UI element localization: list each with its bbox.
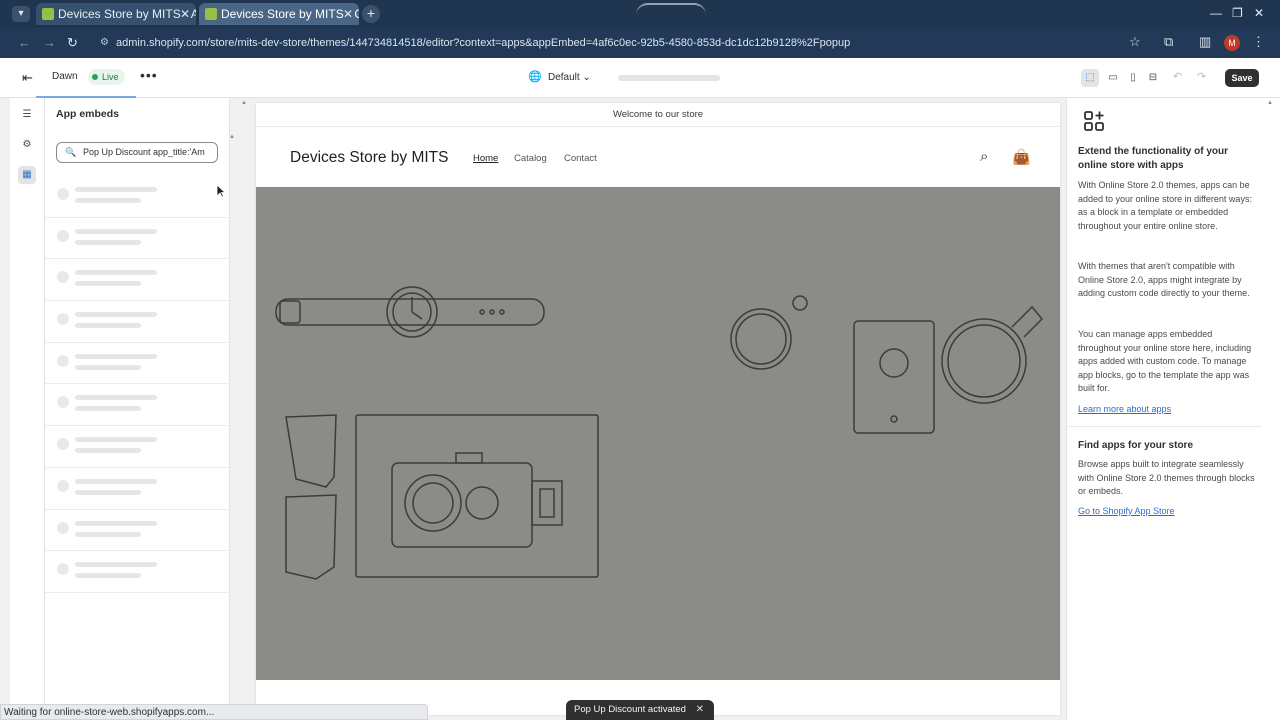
minimize-icon[interactable]: — [1210,6,1222,20]
toast-message: Pop Up Discount activated [574,704,686,715]
locale-label: Default [548,72,580,83]
side-panel-icon[interactable]: ▥ [1199,34,1211,50]
tab-search-button[interactable]: ▾ [12,6,30,22]
info-paragraph: With Online Store 2.0 themes, apps can b… [1078,180,1252,231]
scroll-up-arrow-icon[interactable]: ▲ [1267,100,1273,106]
panel-title: App embeds [56,108,120,120]
browser-tab-1[interactable]: Devices Store by MITS · A ✕ [36,3,196,25]
close-tab-icon[interactable]: ✕ [180,3,190,25]
site-info-icon[interactable]: ⚙ [100,32,109,54]
store-search-icon[interactable]: ⌕ [980,148,988,165]
more-actions-icon[interactable]: ••• [140,67,158,83]
list-item-skeleton [45,468,230,510]
shopify-app-store-link[interactable]: Go to Shopify App Store [1078,506,1175,516]
extensions-icon[interactable]: ⧉ [1164,34,1173,50]
undo-icon[interactable]: ↶ [1173,70,1182,83]
forward-icon[interactable]: → [43,35,56,50]
redo-icon[interactable]: ↷ [1197,70,1206,83]
save-button[interactable]: Save [1225,69,1259,87]
apps-icon [1084,111,1104,131]
tab-title: Devices Store by MITS · C [221,7,359,21]
url-text: admin.shopify.com/store/mits-dev-store/t… [116,37,851,49]
list-item-skeleton [45,259,230,302]
new-tab-button[interactable]: + [362,5,380,23]
profile-avatar[interactable]: M [1224,35,1240,51]
address-bar[interactable]: ⚙ admin.shopify.com/store/mits-dev-store… [92,32,1152,54]
list-item-skeleton [45,510,230,552]
app-embeds-loading-list [45,176,230,593]
inspector-toggle-icon[interactable]: ⬚ [1081,69,1099,87]
toast-notification: Pop Up Discount activated ✕ [566,700,714,720]
list-item-skeleton [45,384,230,427]
fullscreen-view-icon[interactable]: ⊟ [1144,69,1162,87]
list-item-skeleton [45,343,230,385]
nav-link-catalog[interactable]: Catalog [514,153,547,164]
list-item-skeleton [45,426,230,468]
exit-icon[interactable]: ⇤ [22,70,33,86]
search-icon: 🔍 [65,147,77,157]
sections-icon[interactable]: ☰ [18,106,36,124]
close-icon[interactable]: ✕ [696,700,704,720]
product-illustration [275,286,1044,580]
divider [1067,426,1263,427]
app-embeds-icon[interactable]: ▦ [18,166,36,184]
tab-title: Devices Store by MITS · A [58,7,196,21]
info-heading-find-apps: Find apps for your store [1078,440,1194,451]
list-item-skeleton [45,176,230,218]
editor-top-bar: ⇤ Dawn Live ••• 🌐 Default ⌄ ⬚ ▭ ▯ ⊟ ↶ ↷ … [0,58,1280,98]
info-paragraph: With themes that aren't compatible with … [1078,261,1250,299]
announcement-bar: Welcome to our store [256,103,1060,127]
store-logo-text[interactable]: Devices Store by MITS [290,149,449,167]
hero-banner-image [256,187,1060,680]
app-embeds-info-panel: Extend the functionality of your online … [1066,98,1263,720]
shopify-favicon-icon [42,8,54,20]
list-item-skeleton [45,551,230,593]
bookmark-star-icon[interactable]: ☆ [1129,34,1141,50]
live-status-badge: Live [88,69,125,85]
maximize-icon[interactable]: ❐ [1232,6,1243,20]
info-paragraph: Browse apps built to integrate seamlessl… [1078,459,1255,497]
scrollbar[interactable]: ▲ [1262,98,1280,720]
browser-tab-2[interactable]: Devices Store by MITS · C ✕ [199,3,359,25]
info-heading-extend: Extend the functionality of your online … [1078,146,1229,171]
close-tab-icon[interactable]: ✕ [343,3,353,25]
mouse-cursor-icon [216,184,226,198]
editor-left-rail: ☰ ⚙ ▦ [10,98,45,704]
back-icon[interactable]: ← [18,35,31,50]
store-preview-frame: Welcome to our store Devices Store by MI… [256,103,1060,715]
shopify-favicon-icon [205,8,217,20]
browser-menu-icon[interactable]: ⋮ [1252,34,1265,50]
list-item-skeleton [45,301,230,343]
locale-selector[interactable]: Default ⌄ [548,72,591,83]
nav-link-contact[interactable]: Contact [564,153,597,164]
theme-name: Dawn [52,71,78,82]
browser-tab-bar: ▾ Devices Store by MITS · A ✕ Devices St… [0,0,1280,28]
template-selector-skeleton [618,75,720,81]
app-embeds-panel: App embeds 🔍 Pop Up Discount app_title:'… [45,98,230,704]
desktop-view-icon[interactable]: ▭ [1104,69,1122,87]
close-window-icon[interactable]: ✕ [1254,6,1264,20]
app-embeds-search-input[interactable]: 🔍 Pop Up Discount app_title:'Am [56,142,218,163]
car-silhouette-icon [636,3,706,15]
theme-settings-icon[interactable]: ⚙ [18,136,36,154]
mobile-view-icon[interactable]: ▯ [1124,69,1142,87]
nav-link-home[interactable]: Home [473,153,498,164]
info-paragraph: You can manage apps embedded throughout … [1078,329,1252,394]
globe-icon[interactable]: 🌐 [528,70,542,83]
search-value: Pop Up Discount app_title:'Am [83,147,205,157]
list-item-skeleton [45,218,230,260]
learn-more-about-apps-link[interactable]: Learn more about apps [1078,404,1171,414]
browser-status-bar: Waiting for online-store-web.shopifyapps… [0,704,428,720]
reload-icon[interactable]: ↻ [67,35,78,51]
scroll-up-arrow-icon[interactable]: ▲ [229,134,235,140]
cart-icon[interactable]: 👜 [1012,148,1031,166]
browser-toolbar: ← → ↻ ⚙ admin.shopify.com/store/mits-dev… [0,28,1280,58]
scroll-up-arrow-icon[interactable]: ▲ [241,100,247,106]
